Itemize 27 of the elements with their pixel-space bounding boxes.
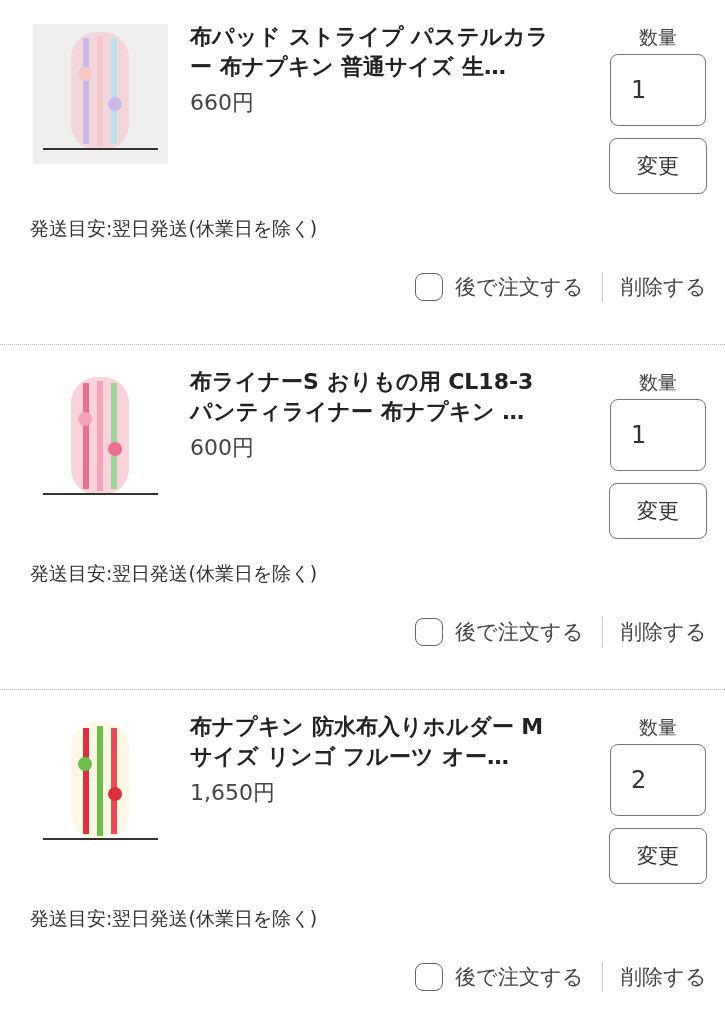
price: 1,650円 bbox=[190, 779, 276, 807]
order-later-label[interactable]: 後で注文する bbox=[455, 963, 584, 991]
product-title[interactable]: 布パッド ストライプ パステルカラー 布ナプキン 普通サイズ 生… bbox=[190, 22, 562, 82]
product-title[interactable]: 布ライナーS おりもの用 CL18-3 パンティライナー 布ナプキン … bbox=[190, 367, 562, 427]
order-later-label[interactable]: 後で注文する bbox=[455, 273, 584, 301]
change-button[interactable]: 変更 bbox=[609, 138, 707, 194]
change-button[interactable]: 変更 bbox=[609, 828, 707, 884]
quantity-field[interactable]: 1 bbox=[610, 54, 706, 126]
quantity-label: 数量 bbox=[639, 25, 677, 50]
delete-link[interactable]: 削除する bbox=[621, 273, 707, 301]
quantity-label: 数量 bbox=[639, 715, 677, 740]
quantity-label: 数量 bbox=[639, 370, 677, 395]
checkbox[interactable] bbox=[415, 618, 443, 646]
checkbox[interactable] bbox=[415, 273, 443, 301]
order-later-label[interactable]: 後で注文する bbox=[455, 618, 584, 646]
price: 600円 bbox=[190, 434, 255, 462]
shipping-text: 発送目安:翌日発送(休業日を除く) bbox=[30, 216, 319, 241]
price: 660円 bbox=[190, 89, 255, 117]
quantity-field[interactable]: 1 bbox=[610, 399, 706, 471]
product-title[interactable]: 布ナプキン 防水布入りホルダー Mサイズ リンゴ フルーツ オー… bbox=[190, 712, 562, 772]
delete-link[interactable]: 削除する bbox=[621, 618, 707, 646]
delete-link[interactable]: 削除する bbox=[621, 963, 707, 991]
change-button[interactable]: 変更 bbox=[609, 483, 707, 539]
quantity-field[interactable]: 2 bbox=[610, 744, 706, 816]
shipping-text: 発送目安:翌日発送(休業日を除く) bbox=[30, 561, 319, 586]
shipping-text: 発送目安:翌日発送(休業日を除く) bbox=[30, 906, 319, 931]
checkbox[interactable] bbox=[415, 963, 443, 991]
